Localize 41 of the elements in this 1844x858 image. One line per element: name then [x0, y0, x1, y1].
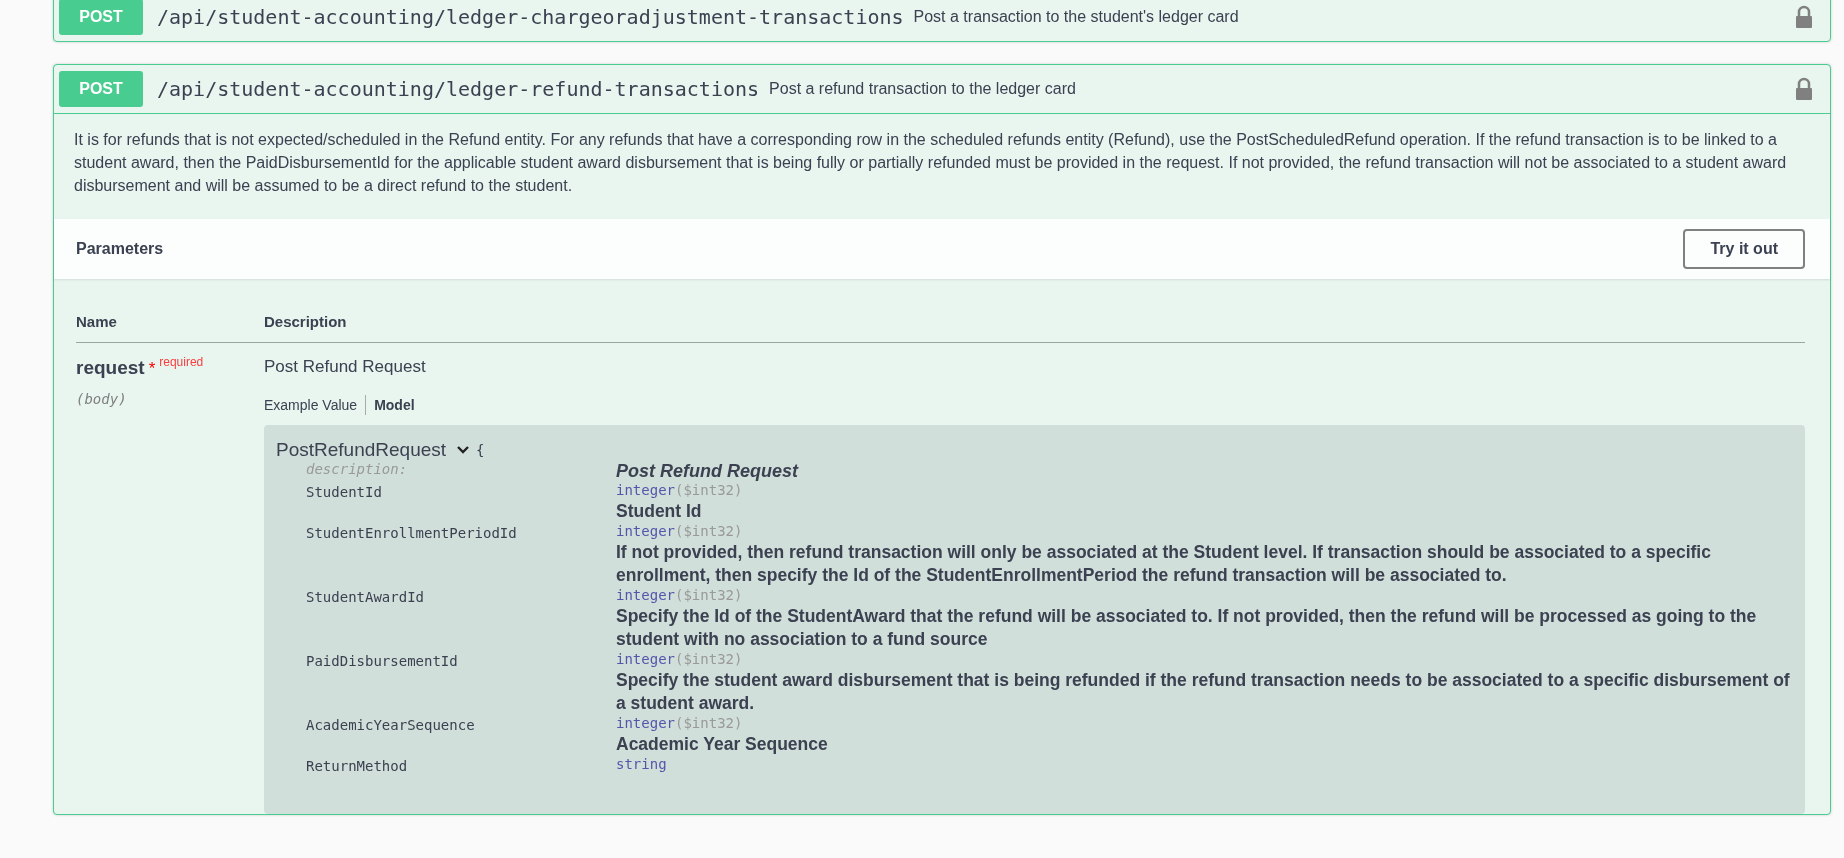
property-type: string — [616, 756, 667, 772]
model-name[interactable]: PostRefundRequest — [276, 439, 447, 461]
property-type: integer($int32) — [616, 523, 743, 539]
method-badge: POST — [59, 0, 143, 35]
endpoint-summary: Post a refund transaction to the ledger card — [769, 80, 1077, 98]
column-header: Name — [76, 313, 118, 330]
property-type: integer($int32) — [616, 482, 743, 498]
parameter-name: request — [76, 357, 145, 378]
method-badge: POST — [59, 71, 143, 107]
property-type: integer($int32) — [616, 587, 743, 603]
lock-icon[interactable] — [1795, 77, 1813, 101]
parameter-description: Post Refund Request — [264, 357, 427, 377]
property-description: Specify the Id of the StudentAward that the refund will be associated to. If not provided, then the refund will be processed as going to the student with no association to a fund source — [616, 605, 1758, 651]
property-description: Specify the student award disbursement that is being refunded if the refund transaction needs to be associated to a specific disbursement of a student award. — [616, 669, 1791, 715]
property-name: PaidDisbursementId — [306, 652, 459, 669]
model-description: Post Refund Request — [616, 461, 800, 482]
property-name: StudentAwardId — [306, 588, 425, 605]
column-header: Description — [264, 313, 348, 330]
model-tab[interactable]: Example Value — [264, 395, 366, 415]
model-tab[interactable]: Model — [365, 395, 423, 415]
property-description: If not provided, then refund transaction will only be associated at the Student level. If transaction should be associated to a specific enrollment, then specify the Id of the StudentEnrollmentPeriod the refund transaction will be associated to. — [616, 541, 1712, 587]
try-it-out-button[interactable]: Try it out — [1683, 229, 1805, 269]
brace: { — [476, 442, 485, 458]
section-title: Parameters — [76, 240, 164, 258]
lock-icon[interactable] — [1795, 5, 1813, 29]
property-label: description: — [306, 461, 409, 479]
required-label: required — [159, 355, 204, 369]
required-mark: * — [148, 359, 156, 378]
property-name: ReturnMethod — [306, 757, 409, 774]
endpoint-summary: Post a transaction to the student's ledger card — [913, 8, 1240, 26]
property-description: Academic Year Sequence — [616, 733, 829, 756]
endpoint-path[interactable]: /api/student-accounting/ledger-chargeoradjustment-transactions — [157, 5, 904, 29]
property-description: Student Id — [616, 500, 703, 523]
endpoint-path[interactable]: /api/student-accounting/ledger-refund-transactions — [157, 77, 760, 101]
property-name: StudentEnrollmentPeriodId — [306, 524, 518, 541]
property-type: integer($int32) — [616, 715, 743, 731]
property-name: StudentId — [306, 483, 383, 500]
property-type: integer($int32) — [616, 651, 743, 667]
chevron-icon[interactable] — [456, 445, 471, 455]
property-name: AcademicYearSequence — [306, 716, 476, 733]
parameter-location: (body) — [76, 391, 128, 407]
